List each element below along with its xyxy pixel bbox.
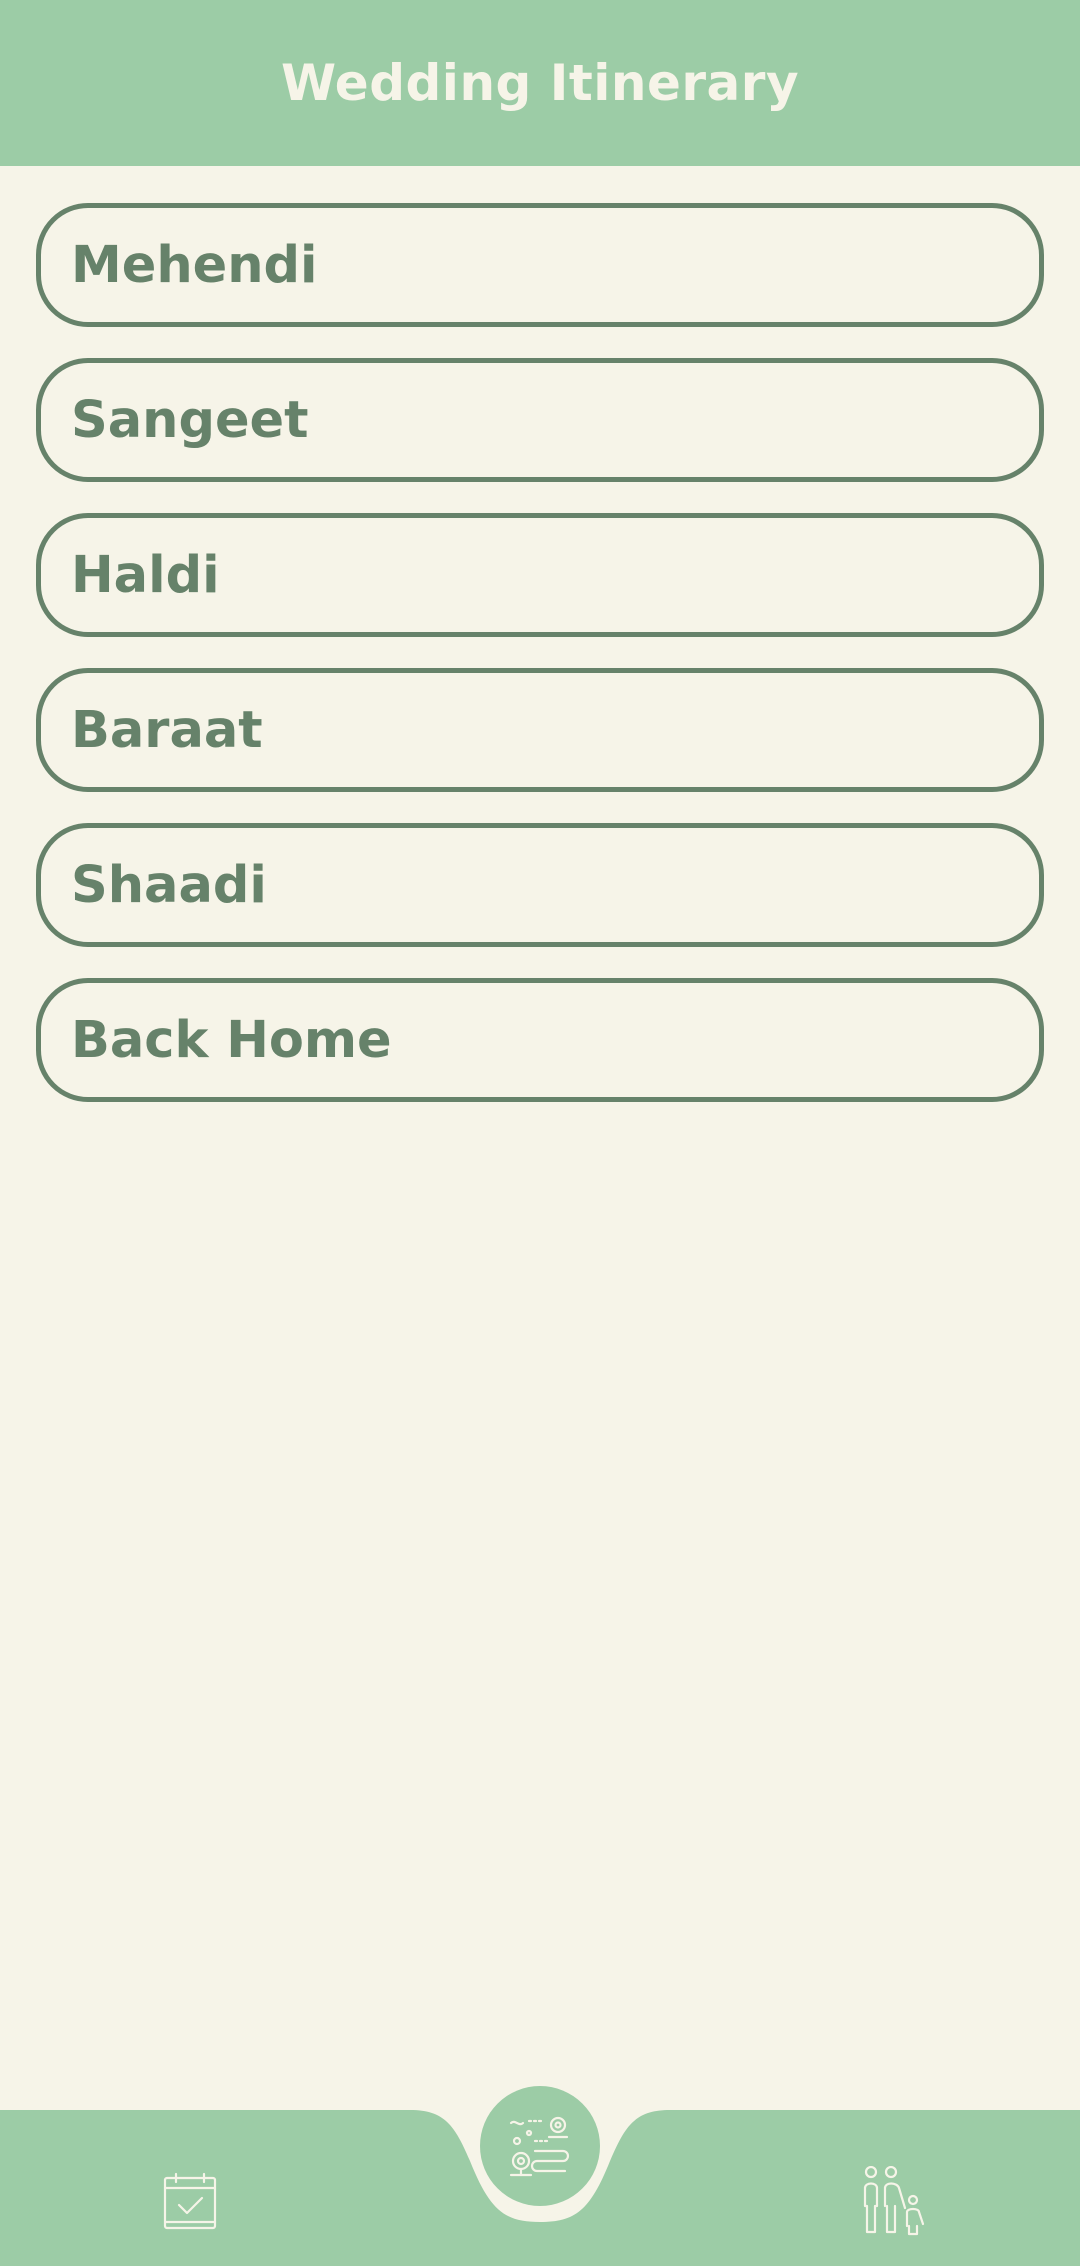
event-label: Baraat	[71, 700, 263, 760]
event-item-mehendi[interactable]: Mehendi	[36, 203, 1044, 327]
itinerary-route-icon	[509, 2116, 570, 2177]
nav-itinerary-button[interactable]	[480, 2086, 600, 2206]
calendar-check-icon	[163, 2172, 217, 2230]
event-list: Mehendi Sangeet Haldi Baraat Shaadi Back…	[36, 203, 1044, 1133]
event-label: Back Home	[71, 1010, 392, 1070]
event-item-haldi[interactable]: Haldi	[36, 513, 1044, 637]
event-label: Shaadi	[71, 855, 267, 915]
event-label: Haldi	[71, 545, 220, 605]
nav-family-button[interactable]	[848, 2156, 938, 2246]
event-label: Mehendi	[71, 235, 318, 295]
app-header: Wedding Itinerary	[0, 0, 1080, 166]
event-item-back-home[interactable]: Back Home	[36, 978, 1044, 1102]
family-icon	[863, 2166, 925, 2236]
event-label: Sangeet	[71, 390, 309, 450]
event-item-shaadi[interactable]: Shaadi	[36, 823, 1044, 947]
bottom-nav	[0, 2086, 1080, 2266]
event-item-baraat[interactable]: Baraat	[36, 668, 1044, 792]
event-item-sangeet[interactable]: Sangeet	[36, 358, 1044, 482]
page-title: Wedding Itinerary	[280, 54, 800, 112]
nav-calendar-button[interactable]	[150, 2161, 230, 2241]
